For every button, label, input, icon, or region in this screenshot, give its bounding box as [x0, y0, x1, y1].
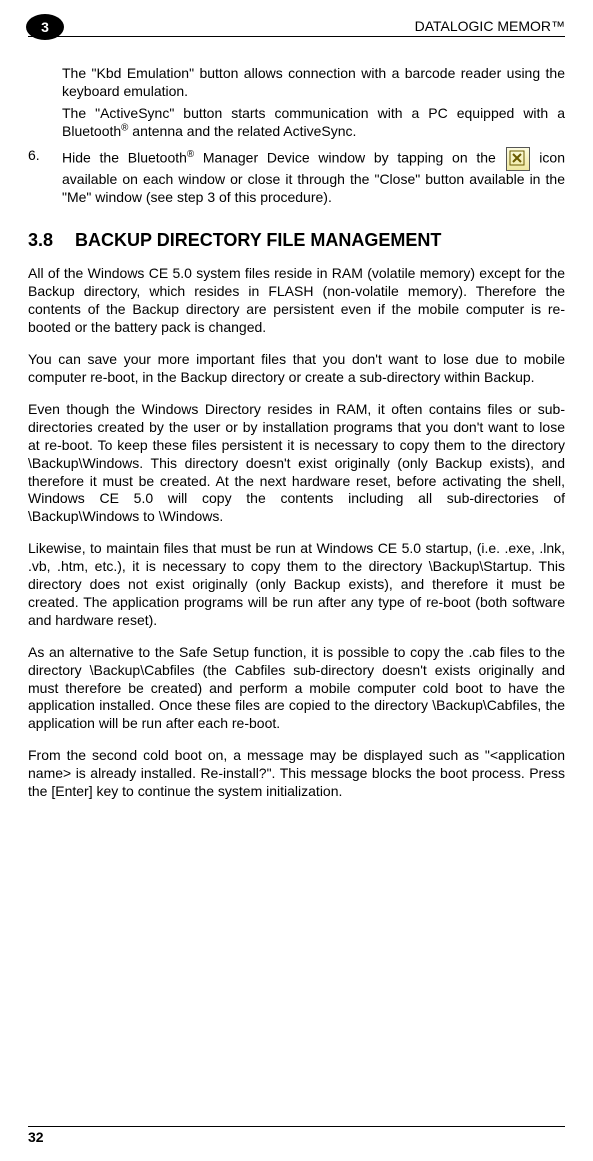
para-5: As an alternative to the Safe Setup func… — [28, 644, 565, 734]
section-heading: 3.8 BACKUP DIRECTORY FILE MANAGEMENT — [28, 230, 565, 251]
step6-a: Hide the Bluetooth — [62, 149, 187, 165]
section-title: BACKUP DIRECTORY FILE MANAGEMENT — [75, 230, 441, 251]
step-number: 6. — [28, 147, 62, 207]
step-6: 6. Hide the Bluetooth® Manager Device wi… — [28, 147, 565, 207]
para-4: Likewise, to maintain files that must be… — [28, 540, 565, 630]
page-footer: 32 — [28, 1126, 565, 1145]
step6-b: Manager Device window by tapping on the — [194, 149, 504, 165]
close-window-icon — [506, 147, 530, 171]
section-number: 3.8 — [28, 230, 53, 251]
page-number: 32 — [28, 1129, 44, 1145]
intro-para-1: The "Kbd Emulation" button allows connec… — [62, 65, 565, 101]
intro-block: The "Kbd Emulation" button allows connec… — [28, 65, 565, 141]
chapter-badge: 3 — [26, 14, 64, 40]
intro-2b: antenna and the related ActiveSync. — [128, 123, 356, 139]
para-6: From the second cold boot on, a message … — [28, 747, 565, 801]
para-1: All of the Windows CE 5.0 system files r… — [28, 265, 565, 337]
para-2: You can save your more important files t… — [28, 351, 565, 387]
product-title: DATALOGIC MEMOR™ — [415, 18, 565, 34]
para-3: Even though the Windows Directory reside… — [28, 401, 565, 526]
intro-para-2: The "ActiveSync" button starts communica… — [62, 105, 565, 141]
chapter-number: 3 — [41, 19, 49, 35]
page-header: 3 DATALOGIC MEMOR™ — [28, 18, 565, 37]
step-content: Hide the Bluetooth® Manager Device windo… — [62, 147, 565, 207]
